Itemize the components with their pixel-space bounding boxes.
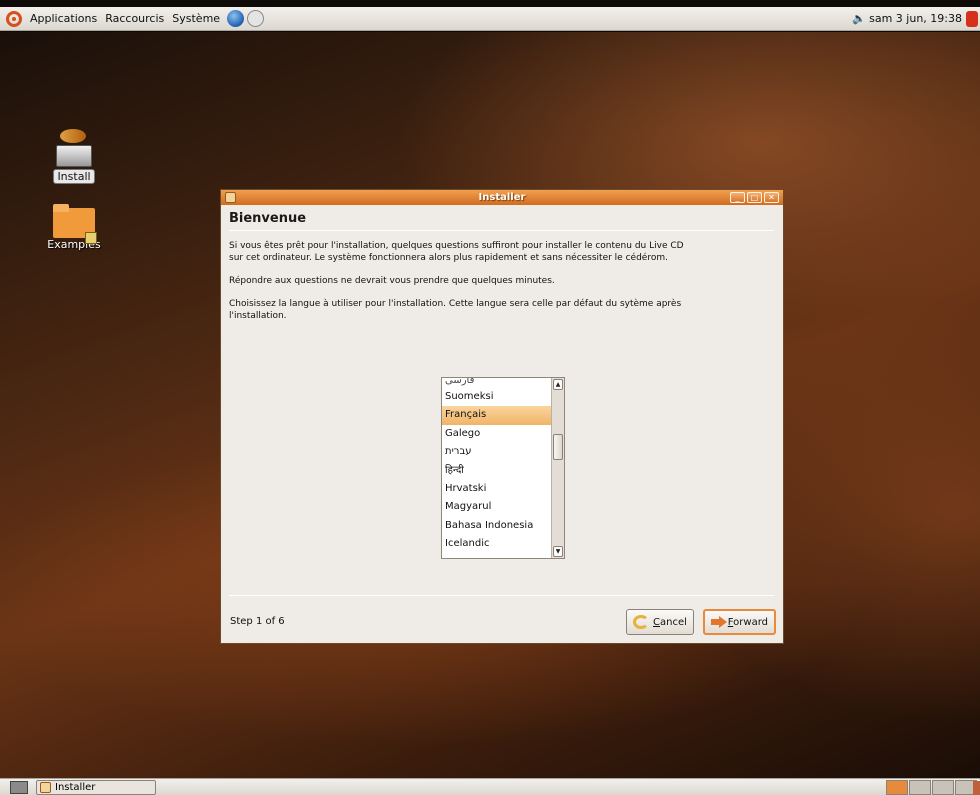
workspace-2[interactable]: [909, 780, 931, 795]
close-icon[interactable]: ✕: [764, 192, 779, 203]
installer-task-icon: [40, 782, 51, 793]
clock[interactable]: sam 3 jun, 19:38: [869, 12, 962, 25]
language-item[interactable]: हिन्दी: [442, 462, 551, 480]
language-item-selected[interactable]: Français: [442, 406, 551, 425]
scroll-down-arrow-icon[interactable]: ▼: [553, 546, 563, 557]
desktop-icon-examples[interactable]: Examples: [34, 204, 114, 251]
scrollbar-thumb[interactable]: [553, 434, 563, 460]
menu-systeme[interactable]: Système: [168, 12, 224, 25]
window-content: Bienvenue Si vous êtes prêt pour l'insta…: [221, 205, 783, 322]
duration-paragraph: Répondre aux questions ne devrait vous p…: [229, 276, 555, 286]
step-indicator: Step 1 of 6: [230, 616, 285, 627]
maximize-icon[interactable]: □: [747, 192, 762, 203]
heading-divider: [229, 230, 774, 231]
workspace-3[interactable]: [932, 780, 954, 795]
forward-arrow-icon: [711, 616, 727, 628]
window-titlebar[interactable]: Installer _ □ ✕: [221, 190, 783, 205]
forward-button[interactable]: Forward: [703, 609, 776, 635]
main-menu: Applications Raccourcis Système: [0, 7, 265, 30]
top-panel: Applications Raccourcis Système 🔈 sam 3 …: [0, 7, 980, 31]
window-title: Installer: [478, 192, 526, 203]
language-item[interactable]: Bahasa Indonesia: [442, 517, 551, 535]
taskbar-installer-label: Installer: [55, 782, 96, 793]
menu-applications[interactable]: Applications: [26, 12, 101, 25]
language-item[interactable]: Icelandic: [442, 535, 551, 553]
footer-divider: [229, 595, 774, 596]
language-item[interactable]: עברית: [442, 443, 551, 461]
language-list-items[interactable]: فارسی Suomeksi Français Galego עברית हिन…: [442, 378, 551, 558]
taskbar-installer-button[interactable]: Installer: [36, 780, 156, 795]
minimize-icon[interactable]: _: [730, 192, 745, 203]
ubuntu-logo-icon[interactable]: [6, 10, 22, 27]
page-heading: Bienvenue: [229, 211, 307, 226]
language-item[interactable]: Hrvatski: [442, 480, 551, 498]
desktop-icon-install-label: Install: [53, 169, 95, 184]
scroll-up-arrow-icon[interactable]: ▲: [553, 379, 563, 390]
language-item[interactable]: فارسی: [442, 378, 551, 388]
install-cd-icon: [56, 129, 92, 169]
web-browser-icon[interactable]: [227, 10, 245, 27]
menu-raccourcis[interactable]: Raccourcis: [101, 12, 168, 25]
language-item[interactable]: Magyarul: [442, 498, 551, 516]
language-instruction-paragraph: Choisissez la langue à utiliser pour l'i…: [229, 299, 682, 321]
trash-icon[interactable]: [973, 781, 980, 795]
cancel-icon: [633, 615, 649, 629]
language-list-scrollbar[interactable]: ▲ ▼: [551, 378, 564, 558]
bottom-panel: Installer: [0, 778, 980, 795]
forward-button-label: Forward: [727, 616, 768, 628]
volume-icon[interactable]: 🔈: [852, 12, 866, 25]
workspace-1[interactable]: [886, 780, 908, 795]
window-controls: _ □ ✕: [730, 192, 779, 203]
desktop-icon-install[interactable]: Install: [34, 129, 114, 184]
language-item[interactable]: Galego: [442, 425, 551, 443]
language-list[interactable]: فارسی Suomeksi Français Galego עברית हिन…: [441, 377, 565, 559]
system-tray: 🔈 sam 3 jun, 19:38: [852, 7, 980, 30]
language-item[interactable]: Suomeksi: [442, 388, 551, 406]
email-client-icon[interactable]: [247, 10, 265, 27]
power-icon[interactable]: [966, 10, 978, 27]
intro-paragraph: Si vous êtes prêt pour l'installation, q…: [229, 241, 684, 263]
cancel-button[interactable]: Cancel: [626, 609, 694, 635]
folder-icon: [53, 204, 97, 244]
installer-window: Installer _ □ ✕ Bienvenue Si vous êtes p…: [220, 189, 784, 644]
cancel-button-label: Cancel: [653, 616, 687, 628]
workspace-switcher: [886, 780, 977, 795]
show-desktop-icon[interactable]: [10, 781, 28, 794]
